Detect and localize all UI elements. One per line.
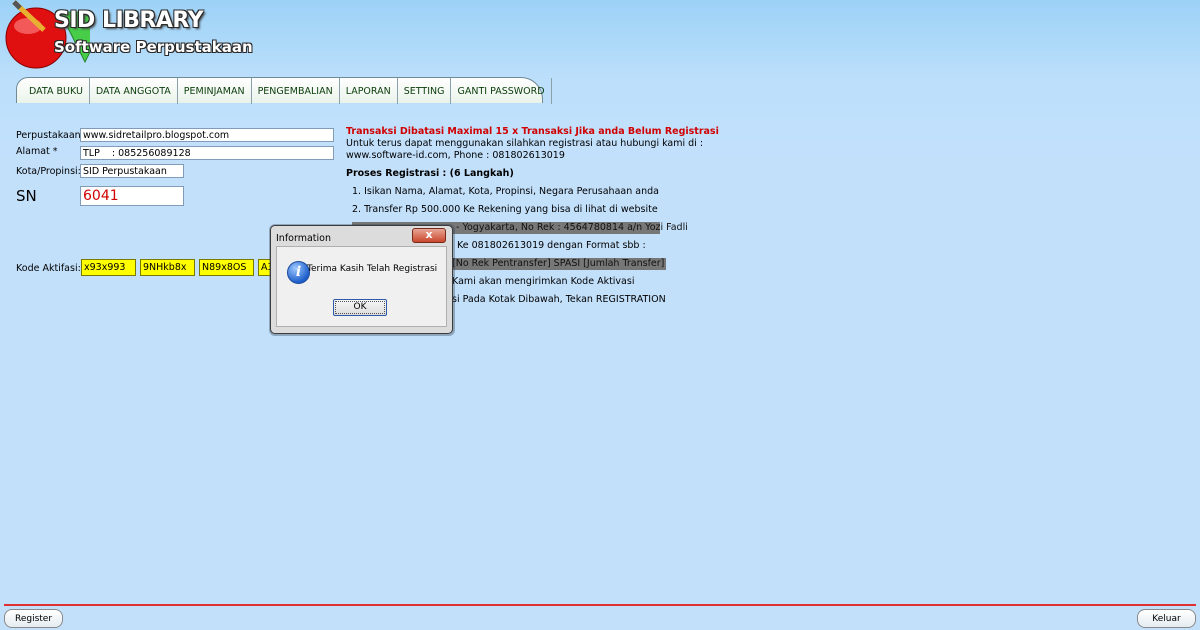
perpustakaan-label: Perpustakaan* (16, 130, 86, 141)
keluar-button[interactable]: Keluar (1137, 609, 1196, 628)
registration-step-2: 2. Transfer Rp 500.000 Ke Rekening yang … (352, 204, 658, 215)
info-line-2: www.software-id.com, Phone : 08180261301… (346, 150, 565, 161)
registration-steps-heading: Proses Registrasi : (6 Langkah) (346, 168, 514, 179)
tab-peminjaman[interactable]: PEMINJAMAN (178, 78, 252, 104)
registration-step-1: 1. Isikan Nama, Alamat, Kota, Propinsi, … (352, 186, 659, 197)
logo-title: SID LIBRARY (54, 8, 204, 33)
alamat-input[interactable]: TLP : 085256089128 (80, 146, 334, 160)
registration-step-4: Ke 081802613019 dengan Format sbb : (457, 240, 646, 251)
information-dialog: Information x i Terima Kasih Telah Regis… (270, 225, 453, 334)
tab-ganti-password[interactable]: GANTI PASSWORD (451, 78, 552, 104)
alamat-label: Alamat * (16, 146, 58, 157)
tab-data-anggota[interactable]: DATA ANGGOTA (90, 78, 178, 104)
perpustakaan-input[interactable]: www.sidretailpro.blogspot.com (80, 128, 334, 142)
footer-divider (4, 604, 1196, 606)
logo-subtitle: Software Perpustakaan (54, 38, 253, 56)
info-line-1: Untuk terus dapat menggunakan silahkan r… (346, 138, 704, 149)
tab-pengembalian[interactable]: PENGEMBALIAN (252, 78, 340, 104)
kota-label: Kota/Propinsi: (16, 166, 81, 177)
kode-aktifasi-input-2[interactable]: 9NHkb8x (140, 259, 195, 276)
tab-laporan[interactable]: LAPORAN (340, 78, 398, 104)
tab-data-buku[interactable]: DATA BUKU (23, 78, 90, 104)
main-tab-bar: DATA BUKU DATA ANGGOTA PEMINJAMAN PENGEM… (16, 77, 552, 104)
tab-setting[interactable]: SETTING (398, 78, 452, 104)
kota-input[interactable]: SID Perpustakaan (80, 164, 184, 178)
registration-warning: Transaksi Dibatasi Maximal 15 x Transaks… (346, 126, 719, 137)
registration-step-5: [No Rek Pentransfer] SPASI [Jumlah Trans… (450, 258, 667, 270)
kode-aktifasi-label: Kode Aktifasi: (16, 263, 81, 274)
dialog-body: i Terima Kasih Telah Registrasi OK (276, 246, 447, 327)
dialog-message: Terima Kasih Telah Registrasi (307, 264, 438, 274)
register-button[interactable]: Register (4, 609, 63, 628)
app-logo: SID LIBRARY Software Perpustakaan (0, 0, 260, 72)
sn-label: SN (16, 187, 37, 205)
dialog-title: Information (276, 233, 331, 244)
kode-aktifasi-input-3[interactable]: N89x8OS (199, 259, 254, 276)
registration-step-6: Kami akan mengirimkan Kode Aktivasi (452, 276, 635, 287)
dialog-close-button[interactable]: x (412, 228, 446, 243)
kode-aktifasi-input-1[interactable]: x93x993 (81, 259, 136, 276)
sn-input[interactable]: 6041 (80, 186, 184, 206)
registration-step-7: si Pada Kotak Dibawah, Tekan REGISTRATIO… (452, 294, 666, 305)
registration-step-3-text: - Yogyakarta, No Rek : 4564780814 a/n Yo… (456, 222, 688, 233)
dialog-ok-button[interactable]: OK (333, 299, 387, 316)
